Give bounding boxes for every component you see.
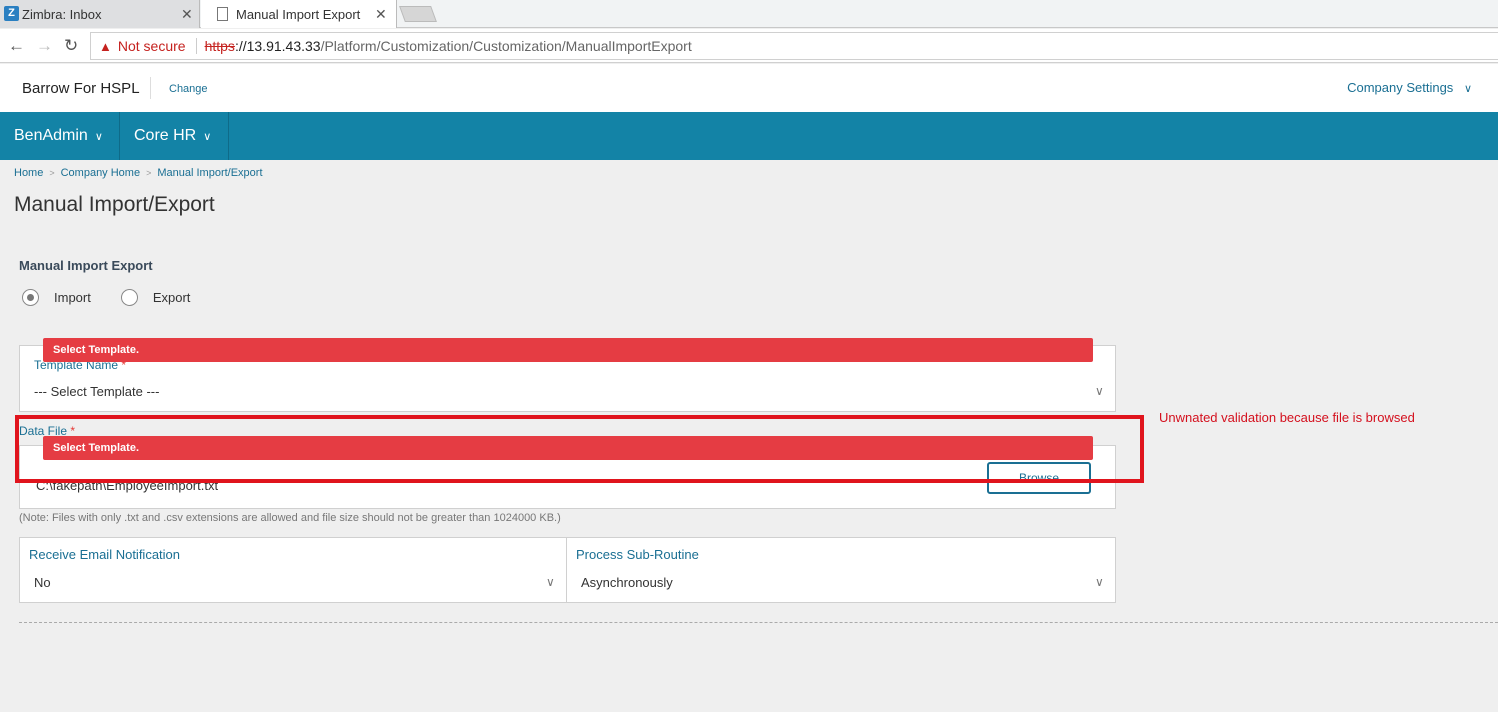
app-header: Barrow For HSPL Change Company Settings … (0, 64, 1498, 112)
breadcrumb-company-home[interactable]: Company Home (61, 167, 140, 179)
new-tab-button[interactable] (399, 6, 437, 22)
export-radio[interactable] (120, 289, 138, 306)
divider (150, 77, 151, 99)
section-title: Manual Import Export (19, 258, 153, 273)
security-label[interactable]: Not secure (118, 38, 186, 54)
annotation-highlight-box (15, 415, 1144, 483)
reload-icon[interactable]: ↻ (64, 36, 78, 56)
import-export-radio-group: Import Export (22, 289, 220, 306)
divider (195, 38, 197, 54)
breadcrumb-separator-icon: > (146, 168, 152, 178)
sub-routine-label: Process Sub-Routine (576, 547, 699, 562)
zimbra-favicon-icon: Z (4, 6, 19, 21)
change-company-link[interactable]: Change (169, 83, 208, 95)
browser-tab-bar: Z Zimbra: Inbox ✕ Manual Import Export ✕ (0, 0, 1498, 28)
nav-item-core-hr[interactable]: Core HR ∨ (120, 112, 229, 160)
browser-toolbar: ← → ↻ ▲ Not secure https ://13.91.43.33 … (0, 29, 1498, 63)
tab-manual-import-export[interactable]: Manual Import Export ✕ (201, 0, 397, 28)
section-divider (19, 622, 1498, 623)
company-settings-menu[interactable]: Company Settings ∨ (1347, 80, 1472, 95)
breadcrumb: Home > Company Home > Manual Import/Export (14, 167, 263, 179)
chevron-down-icon[interactable]: ∨ (1095, 384, 1104, 398)
template-select[interactable]: --- Select Template --- (34, 384, 159, 399)
email-notification-label: Receive Email Notification (29, 547, 181, 562)
close-tab-icon[interactable]: ✕ (375, 6, 387, 23)
sub-routine-select[interactable]: Asynchronously (581, 575, 673, 590)
options-panel: Receive Email Notification No ∨ Process … (19, 537, 1116, 603)
nav-item-benadmin[interactable]: BenAdmin ∨ (0, 112, 120, 160)
close-tab-icon[interactable]: ✕ (181, 6, 193, 23)
breadcrumb-separator-icon: > (49, 168, 55, 178)
main-nav: BenAdmin ∨ Core HR ∨ (0, 112, 1498, 160)
tab-zimbra-inbox[interactable]: Z Zimbra: Inbox ✕ (0, 0, 200, 28)
forward-arrow-icon[interactable]: → (36, 36, 53, 56)
email-notification-select[interactable]: No (34, 575, 51, 590)
chevron-down-icon: ∨ (1463, 83, 1472, 95)
tab-title: Zimbra: Inbox (22, 6, 102, 22)
back-arrow-icon[interactable]: ← (8, 36, 25, 56)
url-bar[interactable]: ▲ Not secure https ://13.91.43.33 /Platf… (90, 32, 1498, 60)
warning-icon[interactable]: ▲ (99, 39, 112, 54)
tab-title: Manual Import Export (236, 6, 361, 22)
chevron-down-icon: ∨ (203, 130, 212, 143)
url-scheme: https (204, 38, 235, 54)
import-radio-label[interactable]: Import (54, 290, 91, 305)
nav-item-label: BenAdmin (14, 127, 88, 144)
chevron-down-icon[interactable]: ∨ (546, 575, 555, 589)
breadcrumb-current[interactable]: Manual Import/Export (157, 167, 262, 179)
template-error-tooltip: Select Template. (43, 338, 1093, 362)
page-favicon-icon (217, 7, 228, 21)
breadcrumb-home[interactable]: Home (14, 167, 43, 179)
export-radio-label[interactable]: Export (153, 290, 191, 305)
import-radio[interactable] (22, 289, 39, 306)
annotation-text: Unwnated validation because file is brow… (1159, 410, 1415, 425)
company-name: Barrow For HSPL (22, 80, 140, 97)
divider (566, 538, 567, 602)
company-settings-label: Company Settings (1347, 80, 1454, 95)
chevron-down-icon: ∨ (94, 130, 103, 143)
page-title: Manual Import/Export (14, 193, 215, 216)
file-note: (Note: Files with only .txt and .csv ext… (19, 512, 561, 524)
nav-item-label: Core HR (134, 127, 197, 144)
url-host: ://13.91.43.33 (234, 38, 321, 54)
chevron-down-icon[interactable]: ∨ (1095, 575, 1104, 589)
url-path: /Platform/Customization/Customization/Ma… (320, 38, 692, 54)
